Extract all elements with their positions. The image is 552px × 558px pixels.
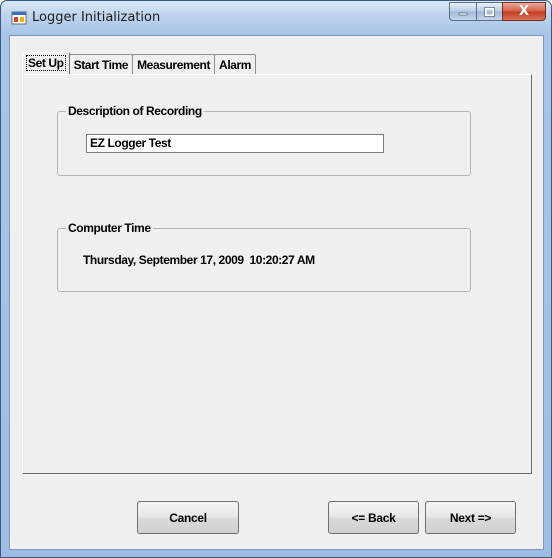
window-title: Logger Initialization — [32, 10, 161, 25]
description-groupbox: Description of Recording EZ Logger Test — [57, 104, 471, 176]
cancel-button[interactable]: Cancel — [137, 501, 239, 534]
tab-start-time[interactable]: Start Time — [68, 54, 134, 74]
title-bar[interactable]: Logger Initialization X — [1, 1, 551, 35]
computer-time-value: Thursday, September 17, 2009 10:20:27 AM — [83, 253, 315, 267]
computer-time-groupbox: Computer Time Thursday, September 17, 20… — [57, 221, 471, 292]
tab-label: Measurement — [137, 57, 211, 72]
tab-alarm[interactable]: Alarm — [214, 54, 257, 74]
maximize-icon — [484, 6, 495, 17]
caption-buttons: X — [449, 2, 546, 22]
tab-label: Alarm — [219, 57, 252, 72]
tab-strip: Set Up Start Time Measurement Alarm — [22, 52, 257, 74]
tab-label: Set Up — [26, 55, 66, 71]
next-button[interactable]: Next => — [425, 501, 516, 534]
maximize-button[interactable] — [476, 2, 502, 21]
back-button[interactable]: <= Back — [328, 501, 419, 534]
dialog-client-area: Set Up Start Time Measurement Alarm Desc… — [9, 35, 544, 550]
close-icon: X — [518, 4, 530, 19]
description-legend: Description of Recording — [66, 104, 204, 118]
setup-tab-page: Description of Recording EZ Logger Test … — [22, 74, 532, 474]
description-input[interactable]: EZ Logger Test — [86, 134, 384, 153]
app-window-icon — [11, 11, 27, 25]
tab-set-up[interactable]: Set Up — [22, 52, 70, 74]
close-button[interactable]: X — [502, 2, 546, 21]
minimize-button[interactable] — [449, 2, 476, 21]
computer-time-legend: Computer Time — [66, 221, 153, 235]
tab-label: Start Time — [73, 57, 129, 72]
tab-measurement[interactable]: Measurement — [132, 54, 216, 74]
logger-initialization-window: Logger Initialization X Set Up Start Tim… — [0, 0, 552, 558]
minimize-icon — [458, 12, 468, 15]
